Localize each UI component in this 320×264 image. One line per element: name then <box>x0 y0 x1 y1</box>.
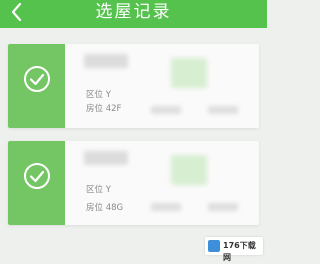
location-text: 区位 Y <box>86 90 111 100</box>
record-card[interactable]: 区位 Y 房位 48G <box>8 141 259 225</box>
redacted-meta <box>208 203 238 211</box>
redacted-name <box>84 54 128 68</box>
check-circle-icon <box>24 66 50 92</box>
location-text: 区位 Y <box>86 185 111 195</box>
header-bar: 选屋记录 <box>0 0 267 28</box>
redacted-name <box>84 151 128 165</box>
status-label <box>8 201 65 210</box>
logo-icon <box>208 240 220 252</box>
record-card[interactable]: 区位 Y 房位 42F <box>8 44 259 128</box>
redacted-thumbnail <box>171 155 207 185</box>
watermark-text: 176下载网 <box>223 241 256 262</box>
status-label <box>8 104 65 113</box>
status-panel <box>8 44 65 128</box>
redacted-meta <box>151 203 181 211</box>
page-title: 选屋记录 <box>95 2 172 22</box>
redacted-meta <box>151 106 181 114</box>
unit-text: 房位 42F <box>86 104 122 114</box>
check-circle-icon <box>24 163 50 189</box>
site-watermark: 176下载网 <box>205 237 263 262</box>
redacted-meta <box>208 106 238 114</box>
status-panel <box>8 141 65 225</box>
redacted-thumbnail <box>171 58 207 88</box>
unit-text: 房位 48G <box>86 203 124 213</box>
